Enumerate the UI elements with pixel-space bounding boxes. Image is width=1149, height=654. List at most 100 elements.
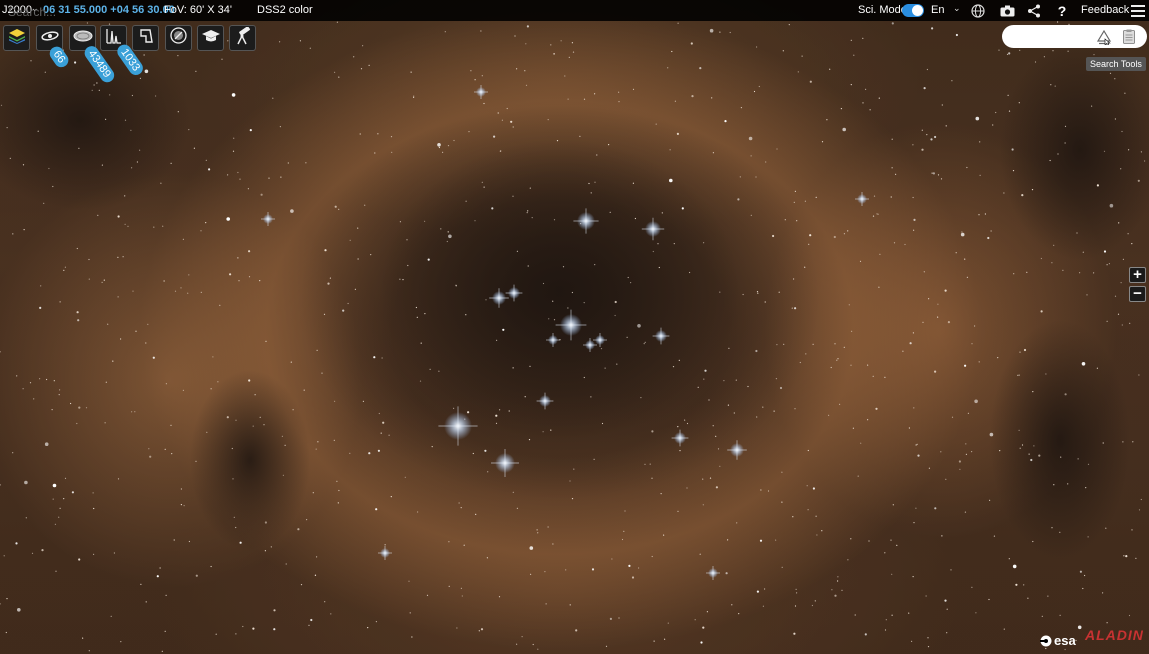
star (165, 594, 167, 597)
star (937, 174, 940, 176)
survey-name[interactable]: DSS2 color (257, 4, 313, 16)
star (739, 176, 741, 178)
star (1034, 61, 1037, 63)
star (532, 643, 534, 646)
star (0, 104, 3, 106)
star (960, 232, 965, 237)
star (941, 535, 943, 537)
star (327, 282, 330, 285)
camera-icon[interactable] (998, 2, 1016, 19)
star (893, 242, 896, 244)
star (712, 425, 714, 427)
star (1128, 149, 1130, 151)
star (542, 431, 544, 433)
zoom-in-button[interactable]: + (1129, 267, 1146, 283)
search-tools-triangle-icon[interactable] (1094, 27, 1113, 46)
star (70, 402, 72, 405)
star (931, 27, 934, 30)
chevron-down-icon[interactable]: ⌄ (953, 3, 961, 14)
star (1127, 233, 1129, 235)
globe-icon[interactable] (969, 2, 987, 19)
star (764, 301, 766, 303)
star (1122, 258, 1124, 260)
star (672, 366, 675, 368)
star (719, 465, 721, 467)
star (59, 389, 61, 391)
star (700, 641, 703, 644)
star (480, 30, 482, 32)
star (677, 22, 679, 24)
star (124, 195, 126, 197)
star (762, 406, 764, 408)
fov-readout: FoV: 60' X 34' (164, 4, 232, 16)
layers-button[interactable] (3, 25, 30, 51)
sci-mode-toggle[interactable] (902, 4, 924, 17)
search-input[interactable] (8, 3, 96, 20)
star (134, 411, 136, 413)
feedback-link[interactable]: Feedback (1081, 4, 1129, 16)
star (357, 258, 359, 260)
star (593, 458, 595, 460)
help-icon[interactable]: ? (1053, 2, 1071, 19)
star (562, 266, 565, 268)
star (671, 50, 673, 53)
clipboard-icon[interactable] (1119, 27, 1138, 46)
star (731, 604, 733, 606)
star (427, 258, 430, 261)
star (171, 453, 173, 455)
star (553, 219, 556, 221)
star (1054, 85, 1056, 87)
star (927, 646, 930, 648)
star (205, 159, 207, 161)
star (1106, 320, 1108, 322)
star (349, 452, 351, 454)
star (758, 85, 760, 88)
star (135, 330, 137, 332)
star (308, 624, 310, 627)
star (1045, 373, 1047, 375)
education-button[interactable] (197, 25, 224, 51)
target-button[interactable] (165, 25, 192, 51)
star (921, 129, 923, 131)
star (934, 507, 937, 510)
star (470, 70, 472, 72)
star (867, 419, 869, 421)
star (429, 368, 431, 370)
language-select[interactable]: En (931, 4, 944, 16)
footprint-button[interactable] (132, 25, 159, 51)
star (338, 208, 340, 210)
star (268, 177, 270, 179)
star (24, 480, 28, 485)
hamburger-menu-icon[interactable] (1129, 2, 1147, 19)
star (97, 214, 99, 216)
star (632, 88, 635, 90)
star (107, 323, 109, 325)
star (527, 210, 529, 212)
star (699, 553, 701, 555)
star (161, 650, 163, 652)
star (1123, 555, 1125, 557)
sky-view[interactable] (0, 0, 1149, 654)
star (651, 555, 653, 558)
star (465, 200, 467, 202)
star (210, 565, 212, 568)
star (756, 46, 758, 48)
star (804, 200, 807, 202)
star (708, 399, 710, 401)
star (516, 250, 519, 252)
star (632, 182, 635, 184)
telescope-button[interactable] (229, 25, 256, 51)
star (984, 213, 987, 215)
star (200, 230, 202, 232)
zoom-out-button[interactable]: − (1129, 286, 1146, 302)
star (15, 542, 18, 545)
star (608, 144, 610, 146)
star (891, 167, 893, 169)
star (781, 471, 783, 473)
star (86, 22, 88, 24)
star (925, 595, 927, 597)
star (516, 643, 518, 645)
star (621, 538, 624, 541)
share-icon[interactable] (1025, 2, 1043, 19)
star (1041, 615, 1043, 617)
